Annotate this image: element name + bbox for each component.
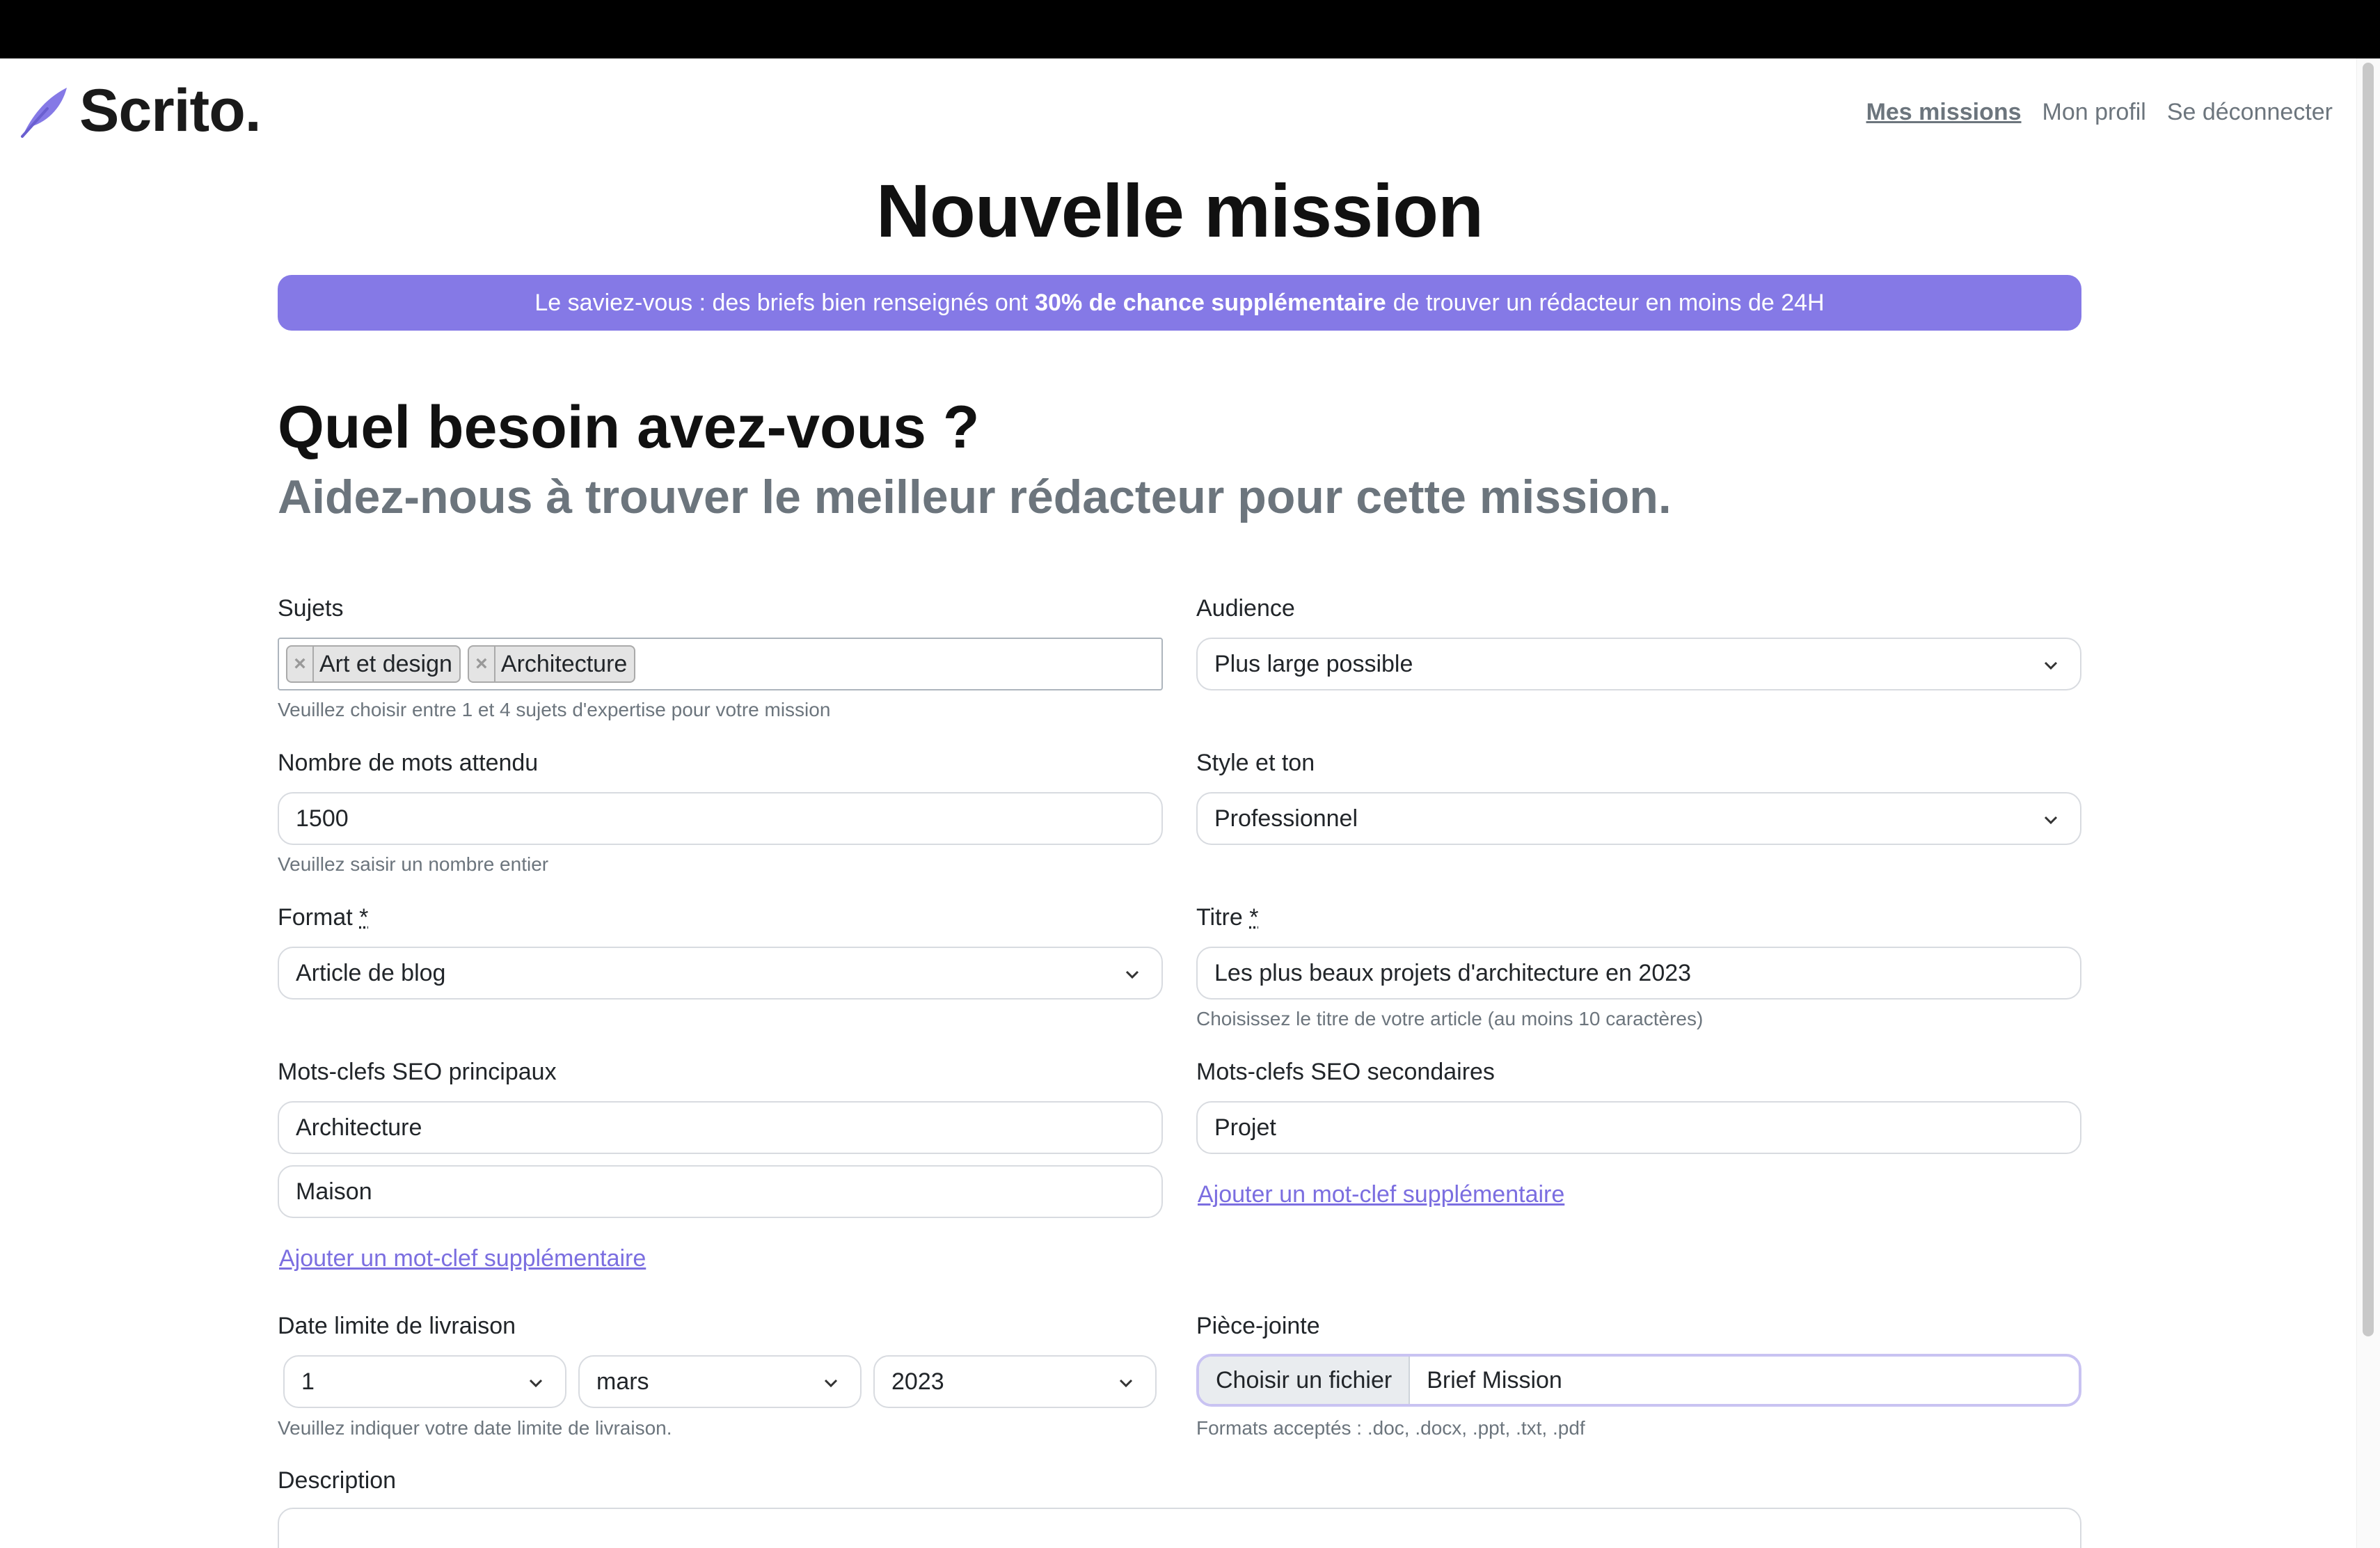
tag-art-et-design: × Art et design <box>286 645 461 683</box>
titre-input[interactable]: Les plus beaux projets d'architecture en… <box>1196 947 2081 1000</box>
brand-logo[interactable]: Scrito. <box>19 77 261 145</box>
format-label: Format * <box>278 904 368 931</box>
nav-mes-missions[interactable]: Mes missions <box>1866 99 2022 126</box>
file-name: Brief Mission <box>1410 1357 1562 1404</box>
remove-tag-icon[interactable]: × <box>469 647 495 681</box>
mots-help: Veuillez saisir un nombre entier <box>278 853 548 876</box>
file-input[interactable]: Choisir un fichier Brief Mission <box>1196 1354 2081 1407</box>
date-help: Veuillez indiquer votre date limite de l… <box>278 1417 672 1439</box>
add-seo-secondaire-link[interactable]: Ajouter un mot-clef supplémentaire <box>1198 1181 1564 1208</box>
description-textarea[interactable] <box>278 1508 2081 1548</box>
chevron-down-icon <box>1124 966 1141 983</box>
format-label-text: Format <box>278 904 353 931</box>
info-banner: Le saviez-vous : des briefs bien renseig… <box>278 275 2081 331</box>
style-value: Professionnel <box>1214 805 1358 832</box>
style-select[interactable]: Professionnel <box>1196 792 2081 845</box>
chevron-down-icon <box>823 1375 839 1391</box>
section-subheading: Aidez-nous à trouver le meilleur rédacte… <box>278 470 1672 524</box>
remove-tag-icon[interactable]: × <box>287 647 314 681</box>
scrollbar[interactable] <box>2356 58 2380 1548</box>
date-month-select[interactable]: mars <box>578 1355 862 1408</box>
seo-principal-input-2[interactable]: Maison <box>278 1165 1163 1218</box>
chevron-down-icon <box>2042 657 2059 674</box>
titre-label-text: Titre <box>1196 904 1243 931</box>
tag-label: Art et design <box>319 651 452 678</box>
titre-label: Titre * <box>1196 904 1258 931</box>
seo-principaux-label: Mots-clefs SEO principaux <box>278 1059 557 1086</box>
banner-prefix: Le saviez-vous : des briefs bien renseig… <box>534 290 1028 317</box>
browser-top-bar <box>0 0 2380 58</box>
date-day-select[interactable]: 1 <box>283 1355 566 1408</box>
banner-suffix: de trouver un rédacteur en moins de 24H <box>1393 290 1825 317</box>
section-heading: Quel besoin avez-vous ? <box>278 393 979 462</box>
audience-label: Audience <box>1196 595 1295 622</box>
piece-jointe-help: Formats acceptés : .doc, .docx, .ppt, .t… <box>1196 1417 1585 1439</box>
seo-principal-input-1[interactable]: Architecture <box>278 1101 1163 1154</box>
required-marker: * <box>1249 904 1258 931</box>
date-day-value: 1 <box>301 1368 315 1396</box>
chevron-down-icon <box>1118 1375 1134 1391</box>
style-label: Style et ton <box>1196 750 1315 777</box>
add-seo-principal-link[interactable]: Ajouter un mot-clef supplémentaire <box>279 1245 646 1272</box>
brand-name: Scrito. <box>79 77 261 145</box>
seo-secondaire-value-1: Projet <box>1214 1114 1276 1142</box>
seo-secondaires-label: Mots-clefs SEO secondaires <box>1196 1059 1495 1086</box>
chevron-down-icon <box>2042 812 2059 828</box>
sujets-label: Sujets <box>278 595 344 622</box>
date-label: Date limite de livraison <box>278 1313 516 1340</box>
sujets-help: Veuillez choisir entre 1 et 4 sujets d'e… <box>278 699 830 721</box>
date-year-value: 2023 <box>891 1368 944 1396</box>
date-month-value: mars <box>596 1368 649 1396</box>
format-select[interactable]: Article de blog <box>278 947 1163 1000</box>
sujets-multiselect[interactable]: × Art et design × Architecture <box>278 638 1163 690</box>
format-value: Article de blog <box>296 960 445 987</box>
mots-input[interactable]: 1500 <box>278 792 1163 845</box>
audience-select[interactable]: Plus large possible <box>1196 638 2081 690</box>
nav-mon-profil[interactable]: Mon profil <box>2042 99 2146 126</box>
seo-principal-value-2: Maison <box>296 1178 372 1206</box>
choose-file-button[interactable]: Choisir un fichier <box>1199 1357 1410 1404</box>
titre-value: Les plus beaux projets d'architecture en… <box>1214 960 1691 987</box>
scrollbar-thumb[interactable] <box>2363 63 2374 1336</box>
titre-help: Choisissez le titre de votre article (au… <box>1196 1008 1703 1030</box>
chevron-down-icon <box>527 1375 544 1391</box>
tag-label: Architecture <box>501 651 627 678</box>
audience-value: Plus large possible <box>1214 651 1413 678</box>
seo-principal-value-1: Architecture <box>296 1114 422 1142</box>
tag-architecture: × Architecture <box>468 645 635 683</box>
description-label: Description <box>278 1467 396 1494</box>
top-nav: Mes missions Mon profil Se déconnecter <box>1866 99 2333 126</box>
feather-icon <box>19 84 70 139</box>
seo-secondaire-input-1[interactable]: Projet <box>1196 1101 2081 1154</box>
date-year-select[interactable]: 2023 <box>873 1355 1157 1408</box>
mots-label: Nombre de mots attendu <box>278 750 538 777</box>
page-title: Nouvelle mission <box>0 167 2359 254</box>
nav-se-deconnecter[interactable]: Se déconnecter <box>2167 99 2333 126</box>
mots-value: 1500 <box>296 805 349 832</box>
banner-highlight: 30% de chance supplémentaire <box>1035 290 1386 317</box>
required-marker: * <box>359 904 368 931</box>
piece-jointe-label: Pièce-jointe <box>1196 1313 1320 1340</box>
